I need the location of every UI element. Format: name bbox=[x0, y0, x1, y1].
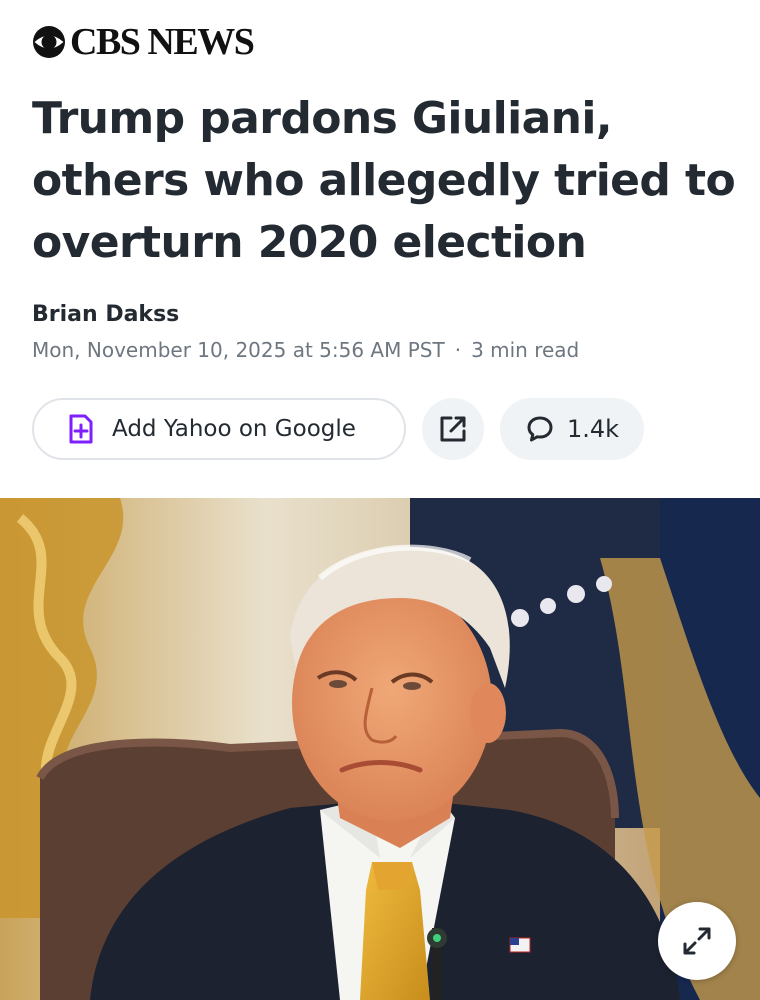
comments-count: 1.4k bbox=[566, 415, 620, 443]
add-yahoo-on-google-button[interactable]: Add Yahoo on Google bbox=[32, 398, 406, 460]
hero-photo-illustration bbox=[0, 498, 760, 1000]
brand-name: CBS NEWS bbox=[70, 21, 255, 63]
expand-arrows-icon bbox=[683, 927, 711, 955]
expand-image-button[interactable] bbox=[658, 902, 736, 980]
brand-logo[interactable]: CBS NEWS bbox=[32, 21, 255, 63]
meta-separator: · bbox=[454, 338, 462, 362]
author-name[interactable]: Brian Dakss bbox=[32, 302, 179, 327]
comment-bubble-icon bbox=[527, 416, 553, 442]
article-hero-image[interactable] bbox=[0, 498, 760, 1000]
add-yahoo-on-google-label: Add Yahoo on Google bbox=[112, 416, 356, 442]
cbs-eye-logo-icon bbox=[33, 26, 65, 58]
share-button[interactable] bbox=[422, 398, 484, 460]
article-headline: Trump pardons Giuliani, others who alleg… bbox=[32, 93, 736, 268]
comments-button[interactable]: 1.4k bbox=[500, 398, 644, 460]
add-source-icon bbox=[69, 414, 93, 444]
article-meta: Mon, November 10, 2025 at 5:56 AM PST · 3 … bbox=[32, 338, 579, 362]
read-time: 3 min read bbox=[471, 338, 580, 362]
external-share-icon bbox=[440, 416, 466, 442]
publish-date: Mon, November 10, 2025 at 5:56 AM PST bbox=[32, 338, 445, 362]
